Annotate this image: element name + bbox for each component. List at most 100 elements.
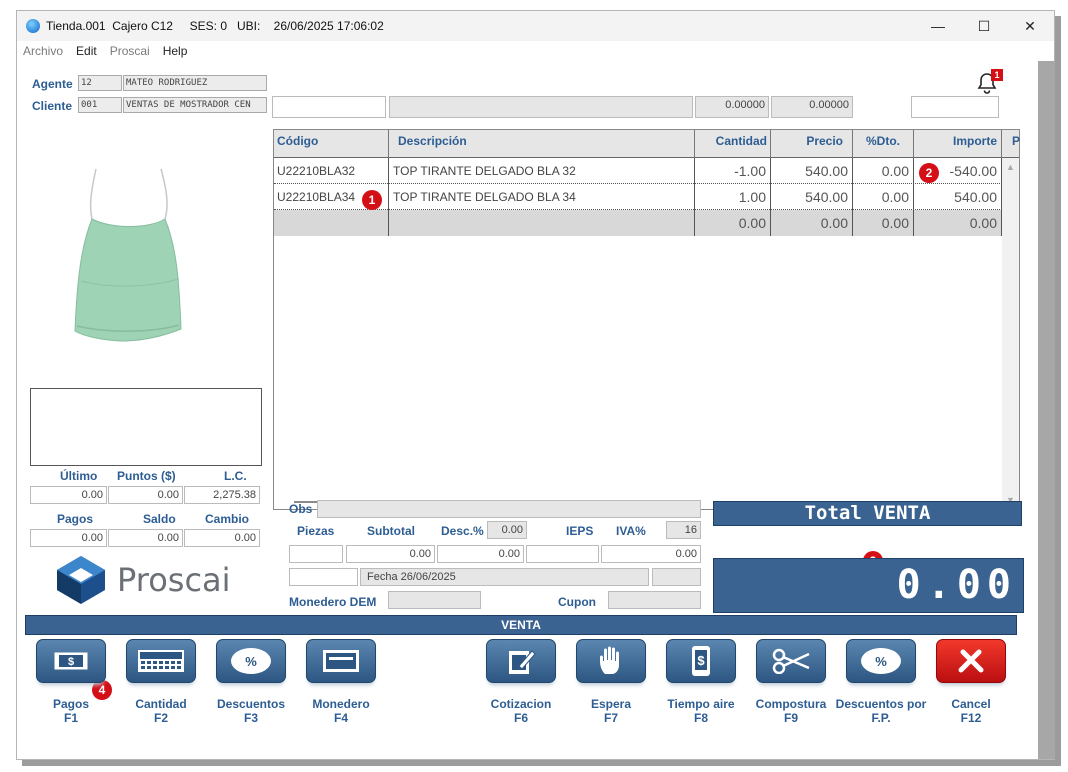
col-precio[interactable]: Precio [771, 130, 853, 158]
client-code-field[interactable]: 001 [78, 97, 122, 113]
col-importe[interactable]: Importe [914, 130, 1002, 158]
menu-edit[interactable]: Edit [76, 44, 97, 58]
price-entry-input[interactable]: 0.00000 [771, 96, 853, 118]
cell-descripcion [389, 210, 695, 236]
scissors-icon [756, 639, 826, 683]
brand-name: Proscai [117, 561, 231, 599]
pagos-f1-button[interactable]: $ Pagos F1 [25, 639, 117, 743]
agent-label: Agente [32, 77, 73, 91]
ultimo-value: 0.00 [30, 486, 107, 504]
product-tanktop-image [74, 168, 182, 342]
cancel-label-text: Cancel [951, 697, 991, 711]
pagos-label-text: Pagos [52, 697, 89, 711]
extra-entry-input[interactable] [911, 96, 999, 118]
col-extra[interactable]: P [1002, 130, 1020, 158]
cell-descripcion: TOP TIRANTE DELGADO BLA 34 [389, 184, 695, 210]
monedero-dem-field[interactable] [388, 591, 481, 609]
piezas-label: Piezas [297, 524, 335, 538]
svg-text:%: % [875, 654, 887, 669]
saldo-label: Saldo [143, 512, 176, 526]
table-row[interactable]: 0.00 0.00 0.00 0.00 [274, 210, 1002, 236]
cell-codigo [274, 210, 389, 236]
client-label: Cliente [32, 99, 73, 113]
code-entry-input[interactable] [272, 96, 386, 118]
piezas-value [289, 545, 343, 563]
cotizacion-key-text: F6 [513, 711, 528, 725]
compostura-f9-button[interactable]: Compostura F9 [745, 639, 837, 743]
col-codigo[interactable]: Código [274, 130, 389, 158]
col-cantidad[interactable]: Cantidad [695, 130, 771, 158]
menu-archivo[interactable]: Archivo [23, 44, 63, 58]
cell-descripcion: TOP TIRANTE DELGADO BLA 32 [389, 158, 695, 184]
iva-percent-value: 16 [666, 521, 701, 539]
cash-icon: $ [36, 639, 106, 683]
cancel-x-icon [936, 639, 1006, 683]
notes-box[interactable] [30, 388, 262, 466]
cupon-field[interactable] [608, 591, 701, 609]
description-entry-input[interactable] [389, 96, 693, 118]
minimize-button[interactable]: — [915, 11, 961, 41]
compostura-key-text: F9 [783, 711, 798, 725]
espera-key-text: F7 [603, 711, 618, 725]
app-window: Tienda.001 Cajero C12 SES: 0 UBI: 26/06/… [16, 10, 1055, 760]
grid-vertical-scrollbar[interactable]: ▲ ▼ [1002, 158, 1019, 509]
callout-badge-1: 1 [362, 190, 382, 210]
descuentos-fp-key-text: F.P. [871, 711, 891, 725]
svg-text:$: $ [697, 653, 705, 668]
proscai-logo [57, 556, 105, 604]
maximize-button[interactable]: ☐ [961, 11, 1007, 41]
monedero-label-text: Monedero [312, 697, 370, 711]
quantity-entry-input[interactable]: 0.00000 [695, 96, 769, 118]
agent-code-field[interactable]: 12 [78, 75, 122, 91]
percent-icon: % [216, 639, 286, 683]
sales-lines-grid[interactable]: Código Descripción Cantidad Precio %Dto.… [273, 129, 1020, 510]
descuentos-fp-button[interactable]: % Descuentos por F.P. [835, 639, 927, 743]
iva-value: 0.00 [601, 545, 701, 563]
descuentos-f3-button[interactable]: % Descuentos F3 [205, 639, 297, 743]
cell-importe: 540.00 [914, 184, 1002, 210]
pagos-value: 0.00 [30, 529, 107, 547]
notification-count-badge: 1 [991, 69, 1003, 81]
callout-badge-2: 2 [919, 163, 939, 183]
pagos-key-text: F1 [63, 711, 78, 725]
descuentos-fp-label-text: Descuentos por [835, 697, 927, 711]
table-row[interactable]: U22210BLA32 TOP TIRANTE DELGADO BLA 32 -… [274, 158, 1002, 184]
cantidad-f2-button[interactable]: Cantidad F2 [115, 639, 207, 743]
col-dto[interactable]: %Dto. [853, 130, 914, 158]
cotizacion-f6-button[interactable]: Cotizacion F6 [475, 639, 567, 743]
cantidad-key-text: F2 [153, 711, 168, 725]
col-descripcion[interactable]: Descripción [389, 130, 695, 158]
cancel-key-text: F12 [960, 711, 982, 725]
mode-bar: VENTA [25, 615, 1017, 635]
cancel-f12-button[interactable]: Cancel F12 [925, 639, 1017, 743]
close-button[interactable]: ✕ [1007, 11, 1053, 41]
descuentos-label-text: Descuentos [216, 697, 286, 711]
obs-label: Obs [289, 502, 313, 516]
table-row[interactable]: U22210BLA34 TOP TIRANTE DELGADO BLA 34 1… [274, 184, 1002, 210]
tiempo-aire-f8-button[interactable]: $ Tiempo aire F8 [655, 639, 747, 743]
cell-precio: 540.00 [771, 184, 853, 210]
ultimo-label: Último [60, 469, 98, 483]
monedero-f4-button[interactable]: Monedero F4 [295, 639, 387, 743]
app-globe-icon [26, 19, 40, 33]
cell-importe: 0.00 [914, 210, 1002, 236]
fecha-blank-field [289, 568, 358, 586]
agent-name-field: MATEO RODRIGUEZ [123, 75, 267, 91]
menu-proscai[interactable]: Proscai [110, 44, 150, 58]
monedero-dem-label: Monedero DEM [289, 595, 377, 609]
cell-cantidad: 0.00 [695, 210, 771, 236]
scroll-up-icon[interactable]: ▲ [1006, 162, 1015, 172]
obs-field[interactable] [317, 500, 701, 518]
ieps-value [526, 545, 599, 563]
espera-f7-button[interactable]: Espera F7 [565, 639, 657, 743]
subtotal-label: Subtotal [367, 524, 415, 538]
descuento-value: 0.00 [437, 545, 524, 563]
cupon-label: Cupon [558, 595, 596, 609]
puntos-label: Puntos ($) [117, 469, 176, 483]
fecha-extra-field [652, 568, 701, 586]
descuentos-key-text: F3 [243, 711, 258, 725]
notifications-button[interactable]: 1 [975, 67, 1005, 95]
menu-help[interactable]: Help [163, 44, 188, 58]
total-venta-header: Total VENTA [713, 501, 1022, 526]
hand-stop-icon [576, 639, 646, 683]
